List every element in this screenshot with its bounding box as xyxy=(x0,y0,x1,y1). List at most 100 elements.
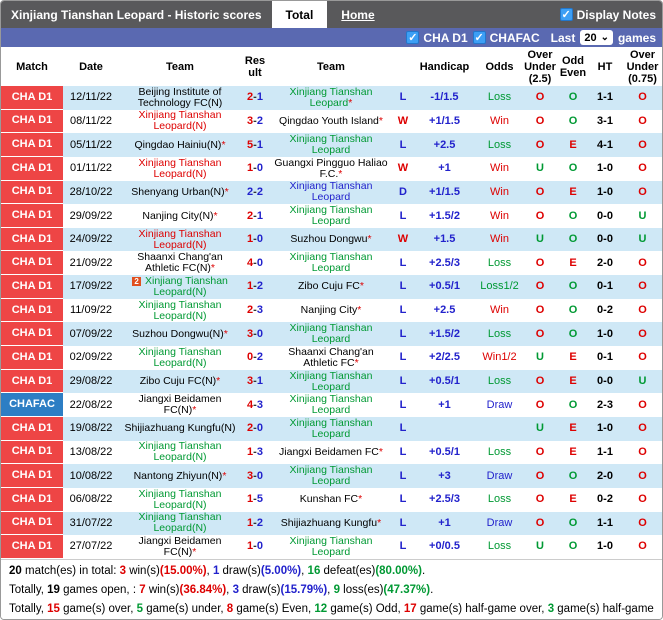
away-goals: 0 xyxy=(256,233,263,246)
home-team[interactable]: Xinjiang Tianshan Leopard(N) xyxy=(119,228,241,251)
odd-even: O xyxy=(568,516,578,529)
home-team[interactable]: Xinjiang Tianshan Leopard(N) xyxy=(119,512,241,534)
team-name: Nantong Zhiyun(N) xyxy=(133,469,223,482)
away-goals: 2 xyxy=(256,351,263,364)
home-team[interactable]: Suzhou Dongwu(N)* xyxy=(119,328,241,340)
summary-segment: game(s) half-game over, xyxy=(416,603,548,616)
away-team[interactable]: Zibo Cuju FC* xyxy=(269,281,393,292)
home-team[interactable]: 2 Xinjiang Tianshan Leopard(N) xyxy=(119,275,241,298)
home-team[interactable]: Xinjiang Tianshan Leopard(N) xyxy=(119,299,241,322)
over-under-0-75: U xyxy=(638,375,647,387)
away-goals: 1 xyxy=(256,91,263,104)
away-team[interactable]: Guangxi Pingguo Haliao F.C.* xyxy=(269,156,393,180)
league-badge: CHA D1 xyxy=(1,275,63,299)
away-team[interactable]: Xinjiang Tianshan Leopard xyxy=(269,465,393,487)
odds-result: Win xyxy=(490,209,509,222)
handicap-value: +1.5 xyxy=(433,233,456,246)
home-team[interactable]: Beijing Institute of Technology FC(N) xyxy=(119,86,241,109)
summary-segment: (80.00%) xyxy=(375,564,422,577)
chafac-label: CHAFAC xyxy=(489,30,540,45)
handicap-value: +2.5/3 xyxy=(429,493,460,506)
team-name: Jiangxi Beidamen FC(N) xyxy=(138,393,222,417)
odds-result: Loss xyxy=(487,256,512,269)
home-team[interactable]: Zibo Cuju FC(N)* xyxy=(119,376,241,387)
over-under-2-5: O xyxy=(535,327,545,340)
away-team[interactable]: Xinjiang Tianshan Leopard xyxy=(269,535,393,558)
home-team[interactable]: Xinjiang Tianshan Leopard(N) xyxy=(119,346,241,369)
table-row: CHA D1 13/08/22 Xinjiang Tianshan Leopard(… xyxy=(1,440,662,465)
cha-d1-checkbox[interactable]: ✓ xyxy=(406,31,420,44)
away-team[interactable]: Kunshan FC* xyxy=(269,494,393,505)
chafac-checkbox[interactable]: ✓ xyxy=(472,31,486,44)
away-team[interactable]: Xinjiang Tianshan Leopard xyxy=(269,205,393,227)
home-team[interactable]: Xinjiang Tianshan Leopard(N) xyxy=(119,157,241,180)
league-badge: CHA D1 xyxy=(1,133,63,157)
handicap-value: +3 xyxy=(438,469,451,482)
match-date: 24/09/22 xyxy=(69,233,113,246)
table-row: CHA D1 02/09/22 Xinjiang Tianshan Leopard(… xyxy=(1,346,662,370)
handicap-value: +1/1.5 xyxy=(429,114,460,127)
summary-segment: 17 xyxy=(403,603,417,616)
away-team[interactable]: Xinjiang Tianshan Leopard xyxy=(269,417,393,440)
team-name: Suzhou Dongwu xyxy=(290,233,368,246)
league-badge: CHAFAC xyxy=(1,393,63,417)
odd-even: E xyxy=(569,422,577,435)
away-goals: 1 xyxy=(256,375,263,387)
team-name: Guangxi Pingguo Haliao F.C. xyxy=(274,156,388,180)
odd-even: O xyxy=(568,233,578,246)
tab-home[interactable]: Home xyxy=(327,1,388,28)
result-score: 1-2 xyxy=(241,281,269,292)
home-team[interactable]: Nantong Zhiyun(N)* xyxy=(119,469,241,482)
home-team[interactable]: Jiangxi Beidamen FC(N)* xyxy=(119,535,241,558)
away-team[interactable]: Qingdao Youth Island* xyxy=(269,115,393,127)
away-team[interactable]: Xinjiang Tianshan Leopard xyxy=(269,252,393,274)
home-team[interactable]: Qingdao Hainiu(N)* xyxy=(119,139,241,151)
over-under-0-75: U xyxy=(638,233,647,246)
home-team[interactable]: Xinjiang Tianshan Leopard(N) xyxy=(119,488,241,511)
home-team[interactable]: Xinjiang Tianshan Leopard(N) xyxy=(119,110,241,132)
column-header: Odd Even xyxy=(559,54,587,79)
home-team[interactable]: Shaanxi Chang'an Athletic FC(N)* xyxy=(119,252,241,274)
handicap-value: +0.5/1 xyxy=(429,445,460,458)
away-goals: 2 xyxy=(256,516,263,529)
over-under-2-5: O xyxy=(535,280,545,293)
away-team[interactable]: Xinjiang Tianshan Leopard xyxy=(269,323,393,345)
tab-total[interactable]: Total xyxy=(271,1,328,28)
display-notes-checkbox[interactable]: ✓ xyxy=(559,8,573,21)
summary-segment: (36.84%) xyxy=(179,584,227,597)
away-team[interactable]: Xinjiang Tianshan Leopard xyxy=(269,181,393,203)
games-count-select[interactable]: 20 ⌄ xyxy=(580,30,613,45)
over-under-0-75: O xyxy=(638,422,647,435)
handicap-star-icon: * xyxy=(359,280,364,293)
away-team[interactable]: Xinjiang Tianshan Leopard xyxy=(269,370,393,393)
handicap-star-icon: * xyxy=(378,445,383,458)
odds-result: Win xyxy=(490,233,509,246)
away-team[interactable]: Nanjing City* xyxy=(269,305,393,316)
home-team[interactable]: Xinjiang Tianshan Leopard(N) xyxy=(119,441,241,463)
handicap-star-icon: * xyxy=(192,545,197,558)
table-row: CHA D1 07/09/22 Suzhou Dongwu(N)* 3-0 Xinjia… xyxy=(1,322,662,347)
home-team[interactable]: Shenyang Urban(N)* xyxy=(119,186,241,198)
table-row: CHAFAC 22/08/22 Jiangxi Beidamen FC(N)* 4-3… xyxy=(1,393,662,417)
away-team[interactable]: Xinjiang Tianshan Leopard xyxy=(269,394,393,416)
away-team[interactable]: Jiangxi Beidamen FC* xyxy=(269,445,393,458)
away-team[interactable]: Suzhou Dongwu* xyxy=(269,234,393,245)
odds-result: Win xyxy=(490,114,509,127)
result-score: 1-5 xyxy=(241,494,269,505)
home-team[interactable]: Nanjing City(N)* xyxy=(119,210,241,222)
result-score: 4-3 xyxy=(241,399,269,411)
home-team[interactable]: Jiangxi Beidamen FC(N)* xyxy=(119,394,241,416)
away-goals: 3 xyxy=(256,445,263,458)
league-badge: CHA D1 xyxy=(1,227,63,252)
result-score: 0-2 xyxy=(241,352,269,363)
odds-result: Win xyxy=(490,185,509,198)
away-team[interactable]: Xinjiang Tianshan Leopard* xyxy=(269,86,393,109)
league-badge: CHA D1 xyxy=(1,86,63,110)
match-date: 10/08/22 xyxy=(69,469,113,482)
away-team[interactable]: Xinjiang Tianshan Leopard xyxy=(269,134,393,156)
away-team[interactable]: Shaanxi Chang'an Athletic FC* xyxy=(269,346,393,369)
home-team[interactable]: Shijiazhuang Kungfu(N) xyxy=(119,423,241,434)
games-label: games xyxy=(617,30,656,45)
odd-even: E xyxy=(569,138,577,151)
away-team[interactable]: Shijiazhuang Kungfu* xyxy=(269,517,393,529)
